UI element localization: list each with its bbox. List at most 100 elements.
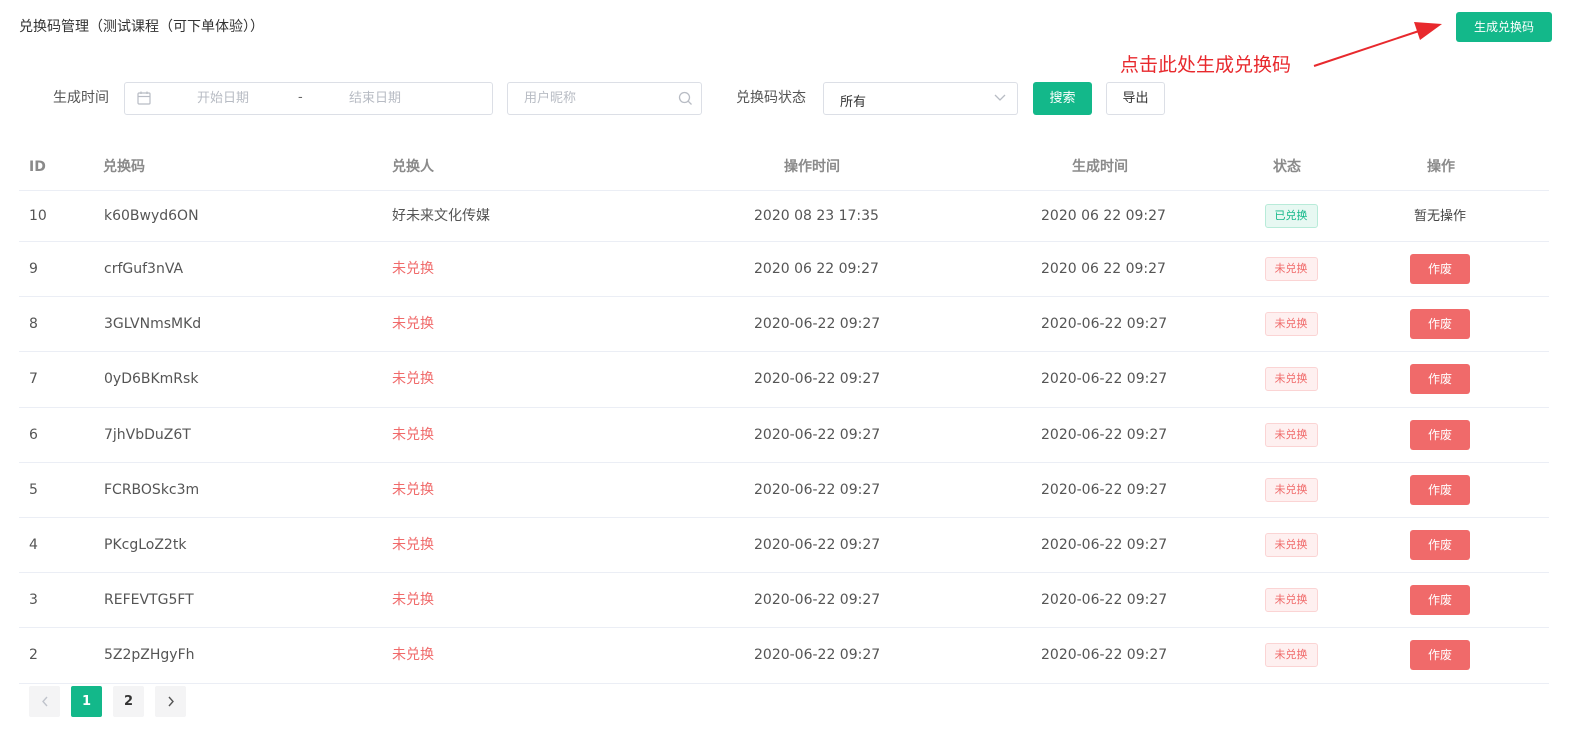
- cell-status: 未兑换: [1251, 408, 1331, 463]
- cell-op-time: 2020-06-22 09:27: [754, 536, 881, 553]
- cell-action: 作废: [1400, 242, 1480, 297]
- void-button[interactable]: 作废: [1410, 309, 1470, 340]
- redeem-code-table: ID 兑换码 兑换人 操作时间 生成时间 状态 操作 10 k60Bwyd6ON 好…: [19, 143, 1549, 684]
- void-button[interactable]: 作废: [1410, 474, 1470, 505]
- cell-redeemer: 未兑换: [392, 647, 434, 664]
- header-code: 兑换码: [103, 159, 145, 175]
- header-id: ID: [29, 159, 46, 175]
- cell-action: 作废: [1400, 408, 1480, 463]
- cell-op-time: 2020-06-22 09:27: [754, 647, 881, 664]
- cell-status: 未兑换: [1251, 518, 1331, 573]
- cell-gen-time: 2020-06-22 09:27: [1041, 426, 1168, 443]
- cell-id: 6: [29, 426, 38, 443]
- void-button[interactable]: 作废: [1410, 364, 1470, 395]
- cell-id: 9: [29, 261, 38, 277]
- end-date-input[interactable]: 结束日期: [349, 91, 401, 107]
- status-badge: 未兑换: [1264, 532, 1318, 557]
- cell-id: 5: [29, 481, 38, 498]
- cell-code: 0yD6BKmRsk: [104, 371, 199, 388]
- table-body: 10 k60Bwyd6ON 好未来文化传媒 2020 08 23 17:35 2020 …: [19, 191, 1549, 684]
- cell-redeemer: 未兑换: [392, 371, 434, 388]
- header-status: 状态: [1273, 159, 1301, 175]
- cell-op-time: 2020 06 22 09:27: [754, 261, 879, 277]
- header-redeemer: 兑换人: [392, 159, 434, 175]
- void-button[interactable]: 作废: [1410, 254, 1470, 284]
- nickname-input[interactable]: [508, 83, 673, 114]
- date-range-separator: -: [298, 90, 303, 105]
- start-date-input[interactable]: 开始日期: [197, 91, 249, 107]
- cell-redeemer: 未兑换: [392, 536, 434, 553]
- search-button[interactable]: 搜索: [1033, 82, 1092, 115]
- cell-op-time: 2020 08 23 17:35: [754, 208, 879, 224]
- cell-code: crfGuf3nVA: [104, 261, 184, 277]
- table-row: 3 REFEVTG5FT 未兑换 2020-06-22 09:27 2020-06-22…: [19, 573, 1549, 629]
- cell-op-time: 2020-06-22 09:27: [754, 426, 881, 443]
- export-button[interactable]: 导出: [1106, 82, 1165, 115]
- table-row: 6 7jhVbDuZ6T 未兑换 2020-06-22 09:27 2020-06-22…: [19, 408, 1549, 463]
- void-button[interactable]: 作废: [1410, 585, 1470, 616]
- cell-code: 5Z2pZHgyFh: [104, 647, 195, 664]
- cell-status: 未兑换: [1251, 463, 1331, 518]
- cell-redeemer: 未兑换: [392, 426, 434, 443]
- cell-redeemer: 未兑换: [392, 481, 434, 498]
- cell-id: 8: [29, 316, 38, 333]
- table-row: 4 PKcgLoZ2tk 未兑换 2020-06-22 09:27 2020-06-22…: [19, 518, 1549, 574]
- cell-action: 作废: [1400, 518, 1480, 573]
- status-badge: 未兑换: [1264, 312, 1318, 337]
- cell-id: 3: [29, 592, 38, 609]
- next-page-button[interactable]: [155, 686, 186, 717]
- cell-op-time: 2020-06-22 09:27: [754, 481, 881, 498]
- annotation-arrow-icon: [1313, 22, 1442, 67]
- cell-action: 暂无操作: [1400, 191, 1480, 242]
- table-row: 7 0yD6BKmRsk 未兑换 2020-06-22 09:27 2020-06-22…: [19, 352, 1549, 408]
- cell-gen-time: 2020-06-22 09:27: [1041, 316, 1168, 333]
- no-action-text: 暂无操作: [1413, 209, 1466, 224]
- table-row: 8 3GLVNmsMKd 未兑换 2020-06-22 09:27 2020-06-22…: [19, 297, 1549, 353]
- cell-redeemer: 未兑换: [392, 316, 434, 333]
- cell-id: 2: [29, 647, 38, 664]
- cell-code: 3GLVNmsMKd: [104, 316, 202, 333]
- cell-gen-time: 2020-06-22 09:27: [1041, 647, 1168, 664]
- void-button[interactable]: 作废: [1410, 529, 1470, 560]
- status-badge: 未兑换: [1264, 367, 1318, 392]
- cell-gen-time: 2020 06 22 09:27: [1041, 208, 1166, 224]
- page-1-button[interactable]: 1: [71, 686, 102, 717]
- table-row: 10 k60Bwyd6ON 好未来文化传媒 2020 08 23 17:35 2020 …: [19, 191, 1549, 242]
- cell-status: 未兑换: [1251, 242, 1331, 297]
- void-button[interactable]: 作废: [1410, 419, 1470, 450]
- chevron-right-icon: [167, 696, 174, 707]
- cell-status: 已兑换: [1251, 191, 1331, 242]
- status-select-value: 所有: [840, 95, 867, 110]
- void-button[interactable]: 作废: [1410, 640, 1470, 671]
- generate-code-button[interactable]: 生成兑换码: [1456, 12, 1552, 42]
- cell-op-time: 2020-06-22 09:27: [754, 371, 881, 388]
- table-row: 9 crfGuf3nVA 未兑换 2020 06 22 09:27 2020 06 22…: [19, 242, 1549, 298]
- header-action: 操作: [1427, 159, 1455, 175]
- cell-code: k60Bwyd6ON: [104, 208, 199, 224]
- status-badge: 未兑换: [1264, 643, 1318, 668]
- cell-redeemer: 未兑换: [392, 592, 434, 609]
- cell-code: PKcgLoZ2tk: [104, 536, 187, 553]
- calendar-icon: [137, 91, 151, 105]
- prev-page-button[interactable]: [29, 686, 60, 717]
- date-range-picker[interactable]: 开始日期 - 结束日期: [124, 82, 493, 115]
- status-badge: 未兑换: [1264, 477, 1318, 502]
- cell-gen-time: 2020 06 22 09:27: [1041, 261, 1166, 277]
- cell-gen-time: 2020-06-22 09:27: [1041, 481, 1168, 498]
- generation-time-label: 生成时间: [53, 90, 109, 106]
- cell-status: 未兑换: [1251, 628, 1331, 683]
- cell-status: 未兑换: [1251, 297, 1331, 352]
- code-status-label: 兑换码状态: [736, 90, 806, 106]
- status-badge: 未兑换: [1264, 588, 1318, 613]
- table-row: 5 FCRBOSkc3m 未兑换 2020-06-22 09:27 2020-06-22…: [19, 463, 1549, 518]
- search-icon[interactable]: [678, 91, 693, 106]
- cell-op-time: 2020-06-22 09:27: [754, 592, 881, 609]
- cell-redeemer: 好未来文化传媒: [392, 208, 490, 224]
- chevron-left-icon: [41, 696, 48, 707]
- code-status-select[interactable]: 所有: [823, 82, 1018, 115]
- page-2-button[interactable]: 2: [113, 686, 144, 717]
- cell-code: 7jhVbDuZ6T: [104, 426, 191, 443]
- table-header: ID 兑换码 兑换人 操作时间 生成时间 状态 操作: [19, 143, 1549, 191]
- nickname-search-field[interactable]: [507, 82, 702, 115]
- cell-status: 未兑换: [1251, 352, 1331, 407]
